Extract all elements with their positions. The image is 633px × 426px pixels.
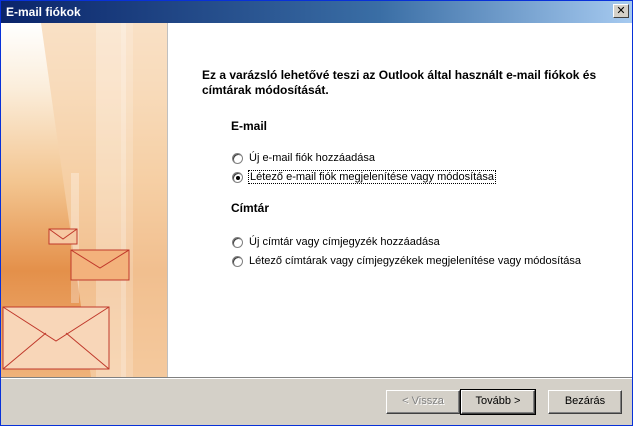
close-icon: ✕ xyxy=(616,5,626,17)
small-envelope-icon xyxy=(48,228,78,245)
radio-label: Létező e-mail fiók megjelenítése vagy mó… xyxy=(248,170,496,184)
close-button[interactable]: Bezárás xyxy=(548,390,622,414)
title-bar[interactable]: E-mail fiókok ✕ xyxy=(1,1,632,23)
radio-button[interactable] xyxy=(232,236,243,248)
email-accounts-dialog: E-mail fiókok ✕ Ez a varázsló lehetővé t… xyxy=(0,0,633,426)
wizard-banner-image xyxy=(1,23,167,377)
close-window-button[interactable]: ✕ xyxy=(613,4,629,18)
radio-button[interactable] xyxy=(232,152,243,164)
radio-add-directory[interactable]: Új címtár vagy címjegyzék hozzáadása xyxy=(232,234,440,250)
button-bar-separator xyxy=(1,377,632,379)
wizard-content: Ez a varázsló lehetővé teszi az Outlook … xyxy=(1,23,632,377)
radio-add-email-account[interactable]: Új e-mail fiók hozzáadása xyxy=(232,150,375,166)
radio-label: Új e-mail fiók hozzáadása xyxy=(249,152,375,164)
email-section-label: E-mail xyxy=(231,119,268,133)
radio-view-directory[interactable]: Létező címtárak vagy címjegyzékek megjel… xyxy=(232,253,581,269)
next-button[interactable]: Tovább > xyxy=(460,389,536,415)
medium-envelope-icon xyxy=(70,249,130,281)
large-envelope-icon xyxy=(2,306,110,370)
banner-divider xyxy=(167,23,168,377)
wizard-heading: Ez a varázsló lehetővé teszi az Outlook … xyxy=(202,68,597,97)
radio-view-email-account[interactable]: Létező e-mail fiók megjelenítése vagy mó… xyxy=(232,169,496,185)
directory-section-label: Címtár xyxy=(231,201,270,215)
radio-label: Új címtár vagy címjegyzék hozzáadása xyxy=(249,236,440,248)
radio-button[interactable] xyxy=(232,255,243,267)
envelope-artwork xyxy=(2,23,167,377)
back-button[interactable]: < Vissza xyxy=(386,390,460,414)
radio-label: Létező címtárak vagy címjegyzékek megjel… xyxy=(249,255,581,267)
window-title: E-mail fiókok xyxy=(6,5,81,19)
radio-button-selected[interactable] xyxy=(232,171,243,183)
